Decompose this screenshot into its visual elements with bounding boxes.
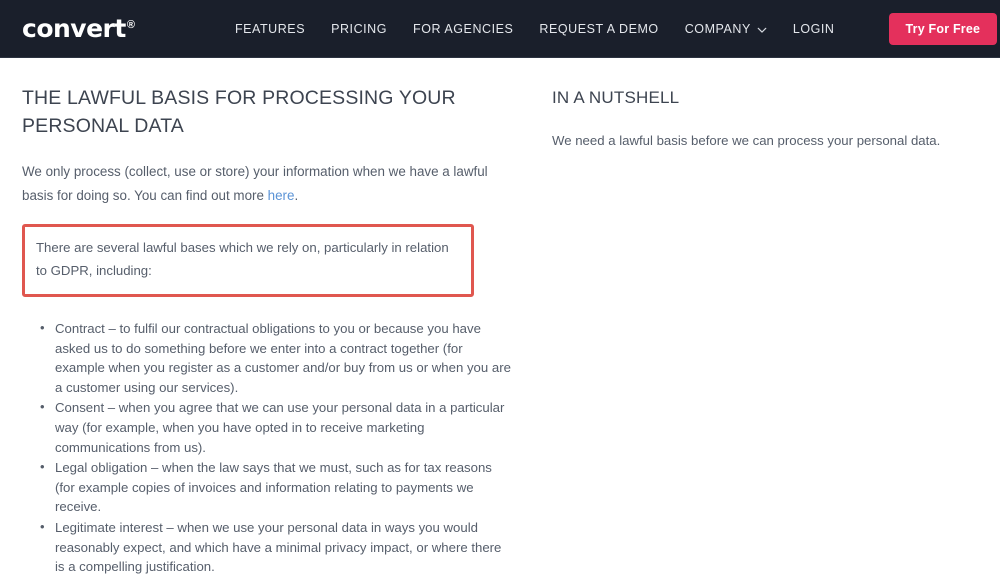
page-title: THE LAWFUL BASIS FOR PROCESSING YOUR PER… xyxy=(22,87,456,137)
highlighted-callout-box: There are several lawful bases which we … xyxy=(22,224,474,297)
nutshell-summary: We need a lawful basis before we can pro… xyxy=(552,133,941,148)
site-header: convert ® FEATURES PRICING FOR AGENCIES … xyxy=(0,0,1000,58)
list-item: Legal obligation – when the law says tha… xyxy=(38,457,512,517)
nav-link-features-label: FEATURES xyxy=(234,21,306,36)
highlighted-callout-text: There are several lawful bases which we … xyxy=(36,240,449,278)
list-item: Legitimate interest – when we use your p… xyxy=(38,517,512,577)
nav-link-company-label: COMPANY xyxy=(684,21,751,36)
nutshell-title: IN A NUTSHELL xyxy=(552,88,680,107)
nav-link-for-agencies-label: FOR AGENCIES xyxy=(413,21,514,36)
list-item: Contract – to fulfil our contractual obl… xyxy=(38,318,512,397)
chevron-down-icon xyxy=(757,24,767,34)
nav-link-features[interactable]: FEATURES xyxy=(235,22,305,36)
nav-link-pricing[interactable]: PRICING xyxy=(331,22,387,36)
nav-link-login[interactable]: LOGIN xyxy=(793,22,835,36)
logo-text: convert xyxy=(22,14,126,43)
nav-link-login-label: LOGIN xyxy=(792,21,835,36)
nav-link-request-a-demo-label: REQUEST A DEMO xyxy=(539,21,659,36)
main-navigation: FEATURES PRICING FOR AGENCIES REQUEST A … xyxy=(235,12,998,45)
left-column: THE LAWFUL BASIS FOR PROCESSING YOUR PER… xyxy=(22,84,512,578)
page-content: THE LAWFUL BASIS FOR PROCESSING YOUR PER… xyxy=(0,58,1000,578)
logo-trademark: ® xyxy=(126,19,135,31)
site-logo[interactable]: convert ® xyxy=(22,16,135,41)
lawful-bases-list: Contract – to fulfil our contractual obl… xyxy=(22,318,512,577)
try-for-free-button[interactable]: Try For Free xyxy=(888,12,998,45)
nav-link-pricing-label: PRICING xyxy=(331,21,388,36)
list-item: Consent – when you agree that we can use… xyxy=(38,397,512,457)
intro-text-after-link: . xyxy=(294,188,299,203)
here-link[interactable]: here xyxy=(268,188,295,203)
right-column: IN A NUTSHELL We need a lawful basis bef… xyxy=(512,84,980,578)
intro-text-before-link: We only process (collect, use or store) … xyxy=(22,164,488,203)
nav-link-request-a-demo[interactable]: REQUEST A DEMO xyxy=(539,22,658,36)
nav-link-company[interactable]: COMPANY xyxy=(685,22,767,36)
nav-link-for-agencies[interactable]: FOR AGENCIES xyxy=(413,22,513,36)
intro-paragraph: We only process (collect, use or store) … xyxy=(22,160,512,208)
